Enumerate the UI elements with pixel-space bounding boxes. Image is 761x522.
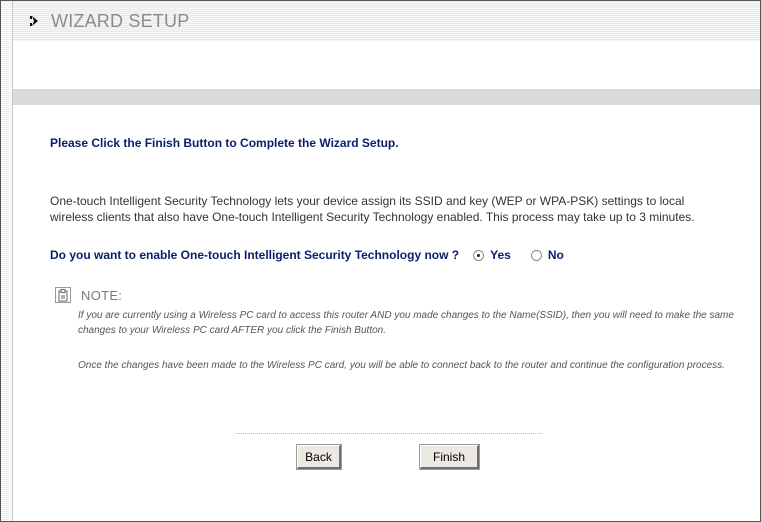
finish-button[interactable]: Finish — [419, 444, 480, 470]
finish-instruction-heading: Please Click the Finish Button to Comple… — [50, 136, 399, 150]
no-radio-label[interactable]: No — [548, 248, 564, 262]
note-paragraph-2: Once the changes have been made to the W… — [78, 360, 725, 371]
yes-radio[interactable] — [473, 249, 485, 261]
note-paragraph-1: If you are currently using a Wireless PC… — [78, 310, 734, 336]
section-divider-bar — [13, 89, 760, 105]
button-separator — [235, 433, 542, 434]
note-title: NOTE: — [81, 287, 123, 303]
note-header: NOTE: — [55, 287, 122, 303]
header-bar: WIZARD SETUP — [13, 1, 760, 41]
top-blank-panel — [13, 41, 760, 89]
enable-question-row: Do you want to enable One-touch Intellig… — [50, 247, 584, 263]
security-technology-description: One-touch Intelligent Security Technolog… — [50, 194, 695, 224]
yes-radio-label[interactable]: Yes — [490, 248, 511, 262]
no-radio[interactable] — [530, 249, 542, 261]
back-button[interactable]: Back — [296, 444, 342, 470]
arrow-right-icon — [30, 14, 42, 28]
page-title: WIZARD SETUP — [51, 11, 190, 31]
enable-question-label: Do you want to enable One-touch Intellig… — [50, 248, 460, 262]
enable-radio-group: Yes No — [473, 248, 584, 262]
left-margin-stripe — [1, 1, 13, 521]
notepad-icon — [55, 287, 71, 303]
